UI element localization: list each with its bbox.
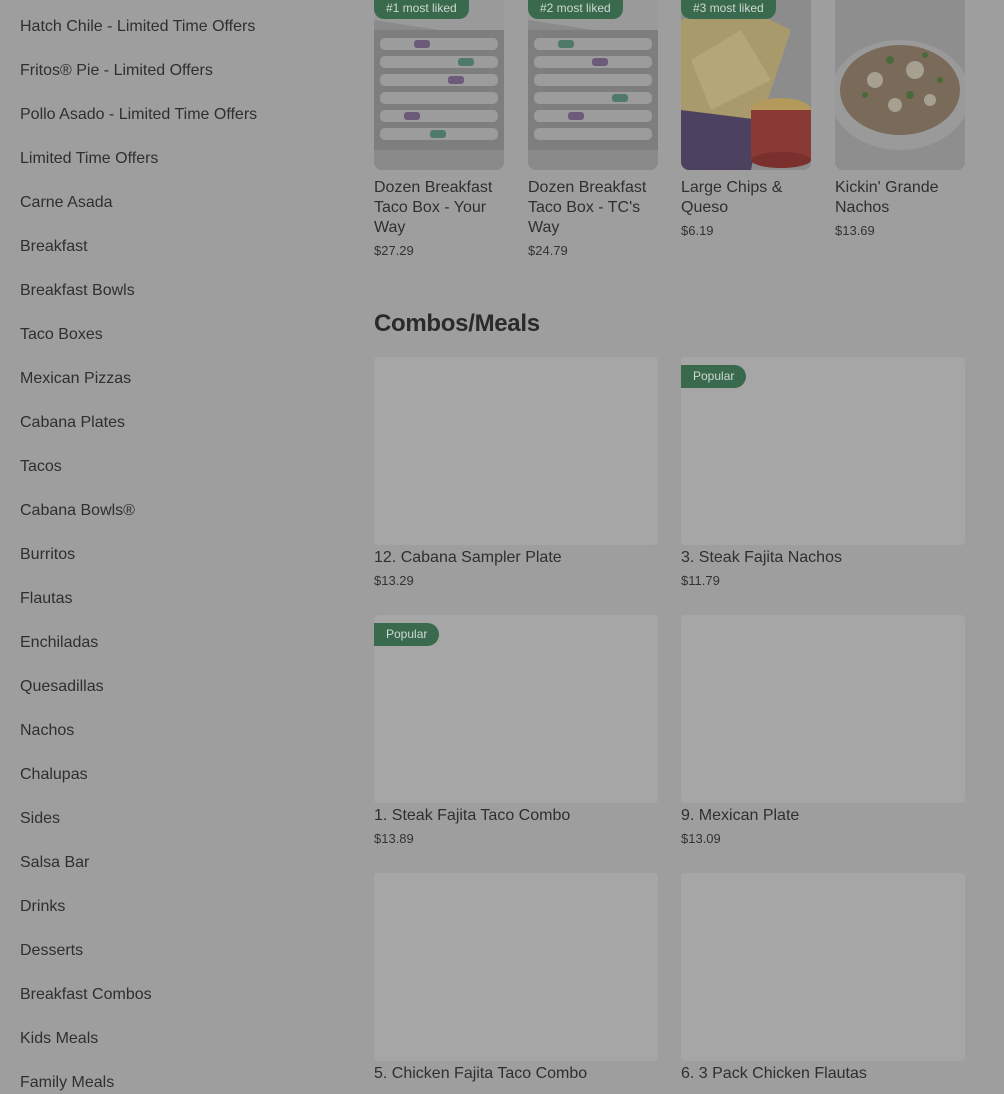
sidebar-item-hatch-chile[interactable]: Hatch Chile - Limited Time Offers	[20, 14, 255, 58]
category-sidebar: Hatch Chile - Limited Time Offers Fritos…	[0, 0, 340, 1094]
item-price: $13.69	[835, 223, 875, 238]
sidebar-item-sides[interactable]: Sides	[20, 806, 60, 850]
combo-image-placeholder	[681, 615, 965, 803]
sidebar-item-limited-time[interactable]: Limited Time Offers	[20, 146, 158, 190]
combo-name: 3. Steak Fajita Nachos	[681, 549, 842, 566]
item-price: $27.29	[374, 243, 414, 258]
sidebar-item-enchiladas[interactable]: Enchiladas	[20, 630, 98, 674]
sidebar-item-desserts[interactable]: Desserts	[20, 938, 83, 982]
item-price: $6.19	[681, 223, 714, 238]
sidebar-item-taco-boxes[interactable]: Taco Boxes	[20, 322, 103, 366]
taco-box-image	[528, 0, 658, 170]
combo-price: $13.89	[374, 831, 414, 846]
chips-queso-image	[681, 0, 811, 170]
most-liked-badge: #3 most liked	[681, 0, 776, 19]
sidebar-item-breakfast-bowls[interactable]: Breakfast Bowls	[20, 278, 135, 322]
combo-price: $13.09	[681, 831, 721, 846]
sidebar-item-carne-asada[interactable]: Carne Asada	[20, 190, 113, 234]
item-price: $24.79	[528, 243, 568, 258]
combo-name: 1. Steak Fajita Taco Combo	[374, 807, 571, 824]
combo-name: 12. Cabana Sampler Plate	[374, 549, 562, 566]
taco-box-image	[374, 0, 504, 170]
sidebar-item-drinks[interactable]: Drinks	[20, 894, 65, 938]
combo-image-placeholder	[681, 873, 965, 1061]
section-title-combos: Combos/Meals	[374, 310, 540, 337]
combo-price: $11.79	[681, 573, 720, 588]
nachos-image	[835, 0, 965, 170]
sidebar-item-chalupas[interactable]: Chalupas	[20, 762, 88, 806]
sidebar-item-burritos[interactable]: Burritos	[20, 542, 75, 586]
most-liked-badge: #1 most liked	[374, 0, 469, 19]
item-name: Large Chips & Queso	[681, 179, 783, 216]
combo-name: 6. 3 Pack Chicken Flautas	[681, 1065, 867, 1082]
sidebar-item-cabana-plates[interactable]: Cabana Plates	[20, 410, 125, 454]
sidebar-item-mexican-pizzas[interactable]: Mexican Pizzas	[20, 366, 131, 410]
sidebar-item-cabana-bowls[interactable]: Cabana Bowls®	[20, 498, 135, 542]
item-name: Dozen Breakfast Taco Box - Your Way	[374, 179, 493, 236]
sidebar-item-breakfast[interactable]: Breakfast	[20, 234, 88, 278]
sidebar-item-flautas[interactable]: Flautas	[20, 586, 72, 630]
sidebar-item-family-meals[interactable]: Family Meals	[20, 1070, 114, 1094]
sidebar-item-salsa-bar[interactable]: Salsa Bar	[20, 850, 89, 894]
item-name: Dozen Breakfast Taco Box - TC's Way	[528, 179, 647, 236]
sidebar-item-nachos[interactable]: Nachos	[20, 718, 74, 762]
most-liked-badge: #2 most liked	[528, 0, 623, 19]
sidebar-item-tacos[interactable]: Tacos	[20, 454, 62, 498]
item-name: Kickin' Grande Nachos	[835, 179, 939, 216]
combo-name: 9. Mexican Plate	[681, 807, 800, 824]
combo-image-placeholder	[374, 357, 658, 545]
sidebar-item-quesadillas[interactable]: Quesadillas	[20, 674, 104, 718]
sidebar-item-breakfast-combos[interactable]: Breakfast Combos	[20, 982, 152, 1026]
combo-image-placeholder	[374, 873, 658, 1061]
popular-badge: Popular	[681, 365, 747, 388]
combo-price: $13.29	[374, 573, 414, 588]
sidebar-item-fritos-pie[interactable]: Fritos® Pie - Limited Offers	[20, 58, 213, 102]
combo-name: 5. Chicken Fajita Taco Combo	[374, 1065, 588, 1082]
menu-page: Hatch Chile - Limited Time Offers Fritos…	[0, 0, 1004, 1094]
sidebar-item-kids-meals[interactable]: Kids Meals	[20, 1026, 98, 1070]
popular-badge: Popular	[374, 623, 440, 646]
sidebar-item-pollo-asado[interactable]: Pollo Asado - Limited Time Offers	[20, 102, 257, 146]
